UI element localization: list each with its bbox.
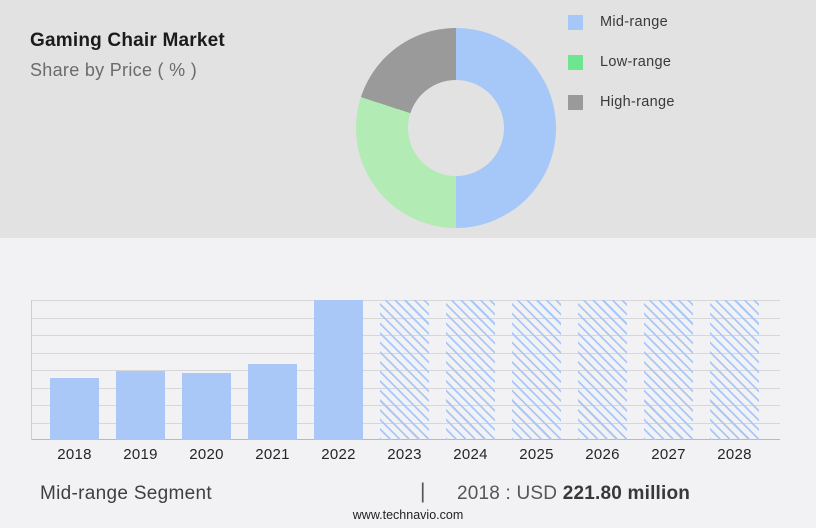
donut-legend: Mid-range Low-range High-range (568, 14, 675, 134)
x-axis-label: 2021 (255, 446, 290, 463)
donut-chart (356, 28, 556, 228)
page-title: Gaming Chair Market (30, 30, 225, 51)
x-axis-label: 2024 (453, 446, 488, 463)
bar-2020 (182, 373, 231, 440)
forecast-bar-2027 (644, 300, 693, 440)
page-subtitle: Share by Price ( % ) (30, 60, 198, 80)
footer-separator: | (420, 480, 426, 503)
legend-swatch-icon (568, 54, 583, 70)
title-block: Gaming Chair Market Share by Price ( % ) (30, 30, 225, 81)
x-axis-label: 2018 (57, 446, 92, 463)
website-label: www.technavio.com (352, 508, 464, 522)
forecast-bar-2023 (380, 300, 429, 440)
x-axis-label: 2023 (387, 446, 422, 463)
x-axis-label: 2028 (717, 446, 752, 463)
value-annotation-amount: 221.80 million (562, 483, 691, 504)
value-annotation: 2018 : USD 221.80 million (457, 483, 690, 505)
x-axis-label: 2020 (189, 446, 224, 463)
forecast-bar-2026 (578, 300, 627, 440)
legend-item: High-range (568, 94, 675, 110)
x-axis-label: 2026 (585, 446, 620, 463)
bar-2021 (248, 364, 297, 440)
legend-item: Mid-range (568, 14, 675, 30)
segment-label: Mid-range Segment (40, 483, 212, 504)
x-axis-label: 2019 (123, 446, 158, 463)
infographic-root: Gaming Chair Market Share by Price ( % )… (0, 0, 816, 528)
donut-hole (408, 80, 504, 176)
x-axis-label: 2025 (519, 446, 554, 463)
forecast-bar-2028 (710, 300, 759, 440)
legend-label: Low-range (600, 54, 672, 70)
header-panel: Gaming Chair Market Share by Price ( % )… (0, 0, 816, 238)
bar-2018 (50, 378, 99, 440)
bar-2019 (116, 371, 165, 440)
bar-2022 (314, 300, 363, 440)
value-annotation-prefix: 2018 : USD (457, 483, 563, 504)
bar-chart-panel: Mid-range Segment | 2018 : USD 221.80 mi… (0, 238, 816, 528)
legend-swatch-icon (568, 14, 583, 30)
forecast-bar-2025 (512, 300, 561, 440)
legend-label: Mid-range (600, 14, 668, 30)
bar-plot (31, 300, 780, 440)
legend-label: High-range (600, 94, 675, 110)
x-axis-label: 2022 (321, 446, 356, 463)
forecast-bar-2024 (446, 300, 495, 440)
legend-swatch-icon (568, 94, 583, 110)
x-axis-label: 2027 (651, 446, 686, 463)
legend-item: Low-range (568, 54, 675, 70)
